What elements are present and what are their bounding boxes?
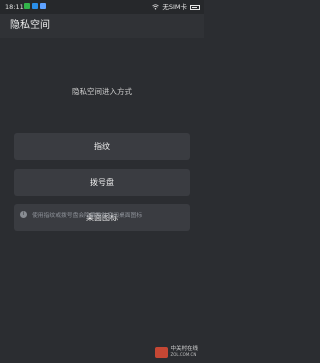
watermark: 中关村在线 ZOL.COM.CN [155, 346, 198, 358]
carrier-label: 无SIM卡 [162, 3, 187, 11]
fingerprint-option-button[interactable]: 指纹 [14, 133, 190, 160]
battery-icon [190, 4, 200, 10]
message-notification-icon [32, 3, 38, 9]
watermark-subtitle: ZOL.COM.CN [170, 352, 197, 357]
status-time: 18:11 [5, 3, 24, 11]
status-notification-icons [24, 3, 46, 9]
info-icon: i [20, 210, 27, 218]
zol-logo-icon [155, 346, 169, 358]
hint-text: 使用指纹或拨号盘会隐藏隐私空间桌面图标 [32, 212, 143, 219]
watermark-text: 中关村在线 ZOL.COM.CN [170, 346, 198, 358]
app-header: 隐私空间 [0, 14, 204, 38]
section-title: 隐私空间进入方式 [72, 87, 132, 96]
chat-notification-icon [24, 3, 30, 9]
wifi-icon [152, 4, 160, 10]
app-notification-icon [40, 3, 46, 9]
hint-row: i 使用指纹或拨号盘会隐藏隐私空间桌面图标 [20, 209, 200, 219]
dialpad-option-button[interactable]: 拨号盘 [14, 169, 190, 196]
status-right-group: 无SIM卡 [152, 3, 200, 11]
page-title: 隐私空间 [10, 20, 50, 31]
status-bar: 18:11 无SIM卡 [0, 0, 204, 14]
